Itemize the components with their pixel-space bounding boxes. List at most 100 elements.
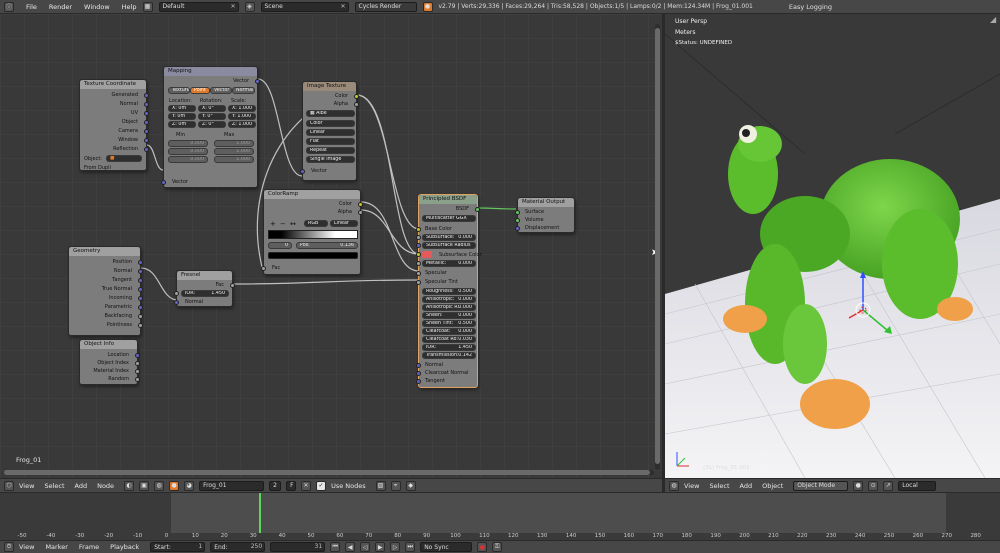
output-socket[interactable]: [135, 361, 140, 366]
metallic-field[interactable]: Metallic: 0.000: [422, 260, 476, 267]
record-icon[interactable]: ●: [477, 542, 488, 552]
texture-coordinate-node[interactable]: Texture Coordinate Generated Normal UV O…: [79, 79, 149, 171]
output-socket[interactable]: [135, 369, 140, 374]
max-y-field[interactable]: 1.000: [236, 149, 250, 154]
input-socket[interactable]: [416, 243, 421, 248]
max-x-field[interactable]: 1.000: [236, 141, 250, 146]
close-icon[interactable]: ✕: [230, 3, 235, 10]
scene-selector[interactable]: Scene ✕: [260, 1, 349, 12]
stop-color-swatch[interactable]: [268, 252, 358, 259]
world-icon[interactable]: ◍: [154, 480, 165, 491]
scale-z-field[interactable]: Z: 1.000: [228, 121, 256, 128]
subsurface-field[interactable]: Subsurface: 0.000: [422, 234, 476, 241]
sheen-tint-field[interactable]: Sheen Tint: 0.500: [422, 320, 476, 327]
render-engine-select[interactable]: Cycles Render: [354, 1, 417, 12]
output-socket[interactable]: [358, 202, 363, 207]
output-socket[interactable]: [354, 94, 359, 99]
add-stop-button[interactable]: +: [270, 220, 276, 228]
principled-bsdf-node[interactable]: Principled BSDF BSDF Multiscatter GGX Ba…: [416, 194, 482, 388]
max-z-field[interactable]: 1.000: [236, 157, 250, 162]
output-socket[interactable]: [138, 314, 143, 319]
corner-widget-icon[interactable]: ◢: [990, 16, 998, 24]
location-y-field[interactable]: Y: 0m: [168, 113, 196, 120]
horizontal-scrollbar[interactable]: [4, 470, 654, 475]
menu-view[interactable]: View: [19, 482, 34, 490]
input-socket[interactable]: [174, 291, 179, 296]
anisotropic-rotation-field[interactable]: Anisotropic R: 0.000: [422, 304, 476, 311]
menu-render[interactable]: Render: [49, 3, 72, 11]
mode-vector-button[interactable]: Vector: [210, 87, 232, 94]
color-ramp-gradient[interactable]: [268, 230, 358, 239]
color-space-select[interactable]: Color: [306, 120, 355, 127]
editor-type-icon[interactable]: ⓘ: [4, 1, 14, 12]
editor-type-icon[interactable]: ⏱: [4, 542, 14, 552]
material-output-node[interactable]: Material Output Surface Volume Displacem…: [515, 197, 575, 233]
mode-point-button[interactable]: Point: [190, 87, 210, 94]
mapping-node[interactable]: Mapping Vector Texture Point Vector Norm…: [161, 66, 260, 188]
stop-index-field[interactable]: 0: [285, 243, 288, 248]
location-z-field[interactable]: Z: 0m: [168, 121, 196, 128]
menu-playback[interactable]: Playback: [110, 543, 139, 551]
geometry-node[interactable]: Geometry Position Normal Tangent True No…: [68, 246, 143, 336]
layout-icon[interactable]: ▦: [142, 1, 153, 12]
fresnel-node[interactable]: Fresnel Fac IOR: 1.450 Normal: [174, 270, 235, 307]
input-socket[interactable]: [416, 261, 421, 266]
rotation-x-field[interactable]: X: 0°: [198, 105, 226, 112]
distribution-select[interactable]: Multiscatter GGX: [422, 215, 476, 222]
input-socket[interactable]: [416, 379, 421, 384]
prev-key-icon[interactable]: ◀: [345, 542, 356, 552]
menu-window[interactable]: Window: [84, 3, 110, 11]
sync-select[interactable]: No Sync: [420, 542, 473, 552]
output-socket[interactable]: [230, 283, 235, 288]
timeline[interactable]: -50 -40 -30 -20 -10 0 10 20 30 40 50 60 70 80 90 100 110…: [0, 492, 1000, 540]
output-socket[interactable]: [138, 269, 143, 274]
input-socket[interactable]: [261, 266, 266, 271]
checkbox-icon[interactable]: ✓: [316, 480, 327, 491]
next-key-icon[interactable]: ▷: [390, 542, 401, 552]
menu-marker[interactable]: Marker: [45, 543, 67, 551]
play-icon[interactable]: ▶: [375, 542, 386, 552]
output-socket[interactable]: [135, 377, 140, 382]
keying-set-icon[interactable]: ⚿: [492, 542, 503, 552]
location-x-field[interactable]: X: 0m: [168, 105, 196, 112]
object-picker[interactable]: ■: [106, 155, 142, 162]
ior-field[interactable]: IOR: 1.450: [181, 290, 229, 297]
input-socket[interactable]: [515, 226, 520, 231]
input-socket[interactable]: [300, 169, 305, 174]
output-socket[interactable]: [138, 323, 143, 328]
play-reverse-icon[interactable]: ◁: [360, 542, 371, 552]
output-socket[interactable]: [354, 102, 359, 107]
input-socket[interactable]: [174, 300, 179, 305]
color-ramp-node[interactable]: ColorRamp Color Alpha + − ↔ RGB Linear 0…: [261, 189, 363, 275]
menu-select[interactable]: Select: [44, 482, 64, 490]
input-socket[interactable]: [515, 218, 520, 223]
manipulator-icon[interactable]: ↗: [883, 480, 894, 491]
output-socket[interactable]: [144, 138, 149, 143]
menu-frame[interactable]: Frame: [79, 543, 99, 551]
output-socket[interactable]: [144, 129, 149, 134]
shading-icon[interactable]: ●: [853, 480, 864, 491]
clearcoat-field[interactable]: Clearcoat: 0.000: [422, 328, 476, 335]
node-editor[interactable]: Texture Coordinate Generated Normal UV O…: [0, 14, 662, 478]
input-socket[interactable]: [416, 227, 421, 232]
output-socket[interactable]: [135, 353, 140, 358]
rotation-z-field[interactable]: Z: 0°: [198, 121, 226, 128]
input-socket[interactable]: [416, 363, 421, 368]
input-socket[interactable]: [416, 271, 421, 276]
flip-ramp-button[interactable]: ↔: [290, 220, 296, 228]
backdrop-icon[interactable]: ▨: [375, 480, 386, 491]
scale-y-field[interactable]: Y: 1.000: [228, 113, 256, 120]
menu-object[interactable]: Object: [762, 482, 783, 490]
source-select[interactable]: Single Image: [306, 156, 355, 163]
scale-x-field[interactable]: X: 1.000: [228, 105, 256, 112]
menu-view[interactable]: View: [684, 482, 699, 490]
input-socket[interactable]: [515, 210, 520, 215]
menu-view[interactable]: View: [19, 543, 34, 551]
image-texture-node[interactable]: Image Texture Color Alpha ▦ Albe Color L…: [300, 81, 359, 181]
shader-type-icon[interactable]: ◐: [124, 480, 135, 491]
output-socket[interactable]: [138, 287, 143, 292]
output-socket[interactable]: [255, 79, 260, 84]
output-socket[interactable]: [144, 93, 149, 98]
3d-viewport[interactable]: User Persp Meters $Status: UNDEFINED (31…: [665, 14, 1000, 478]
menu-add[interactable]: Add: [75, 482, 88, 490]
